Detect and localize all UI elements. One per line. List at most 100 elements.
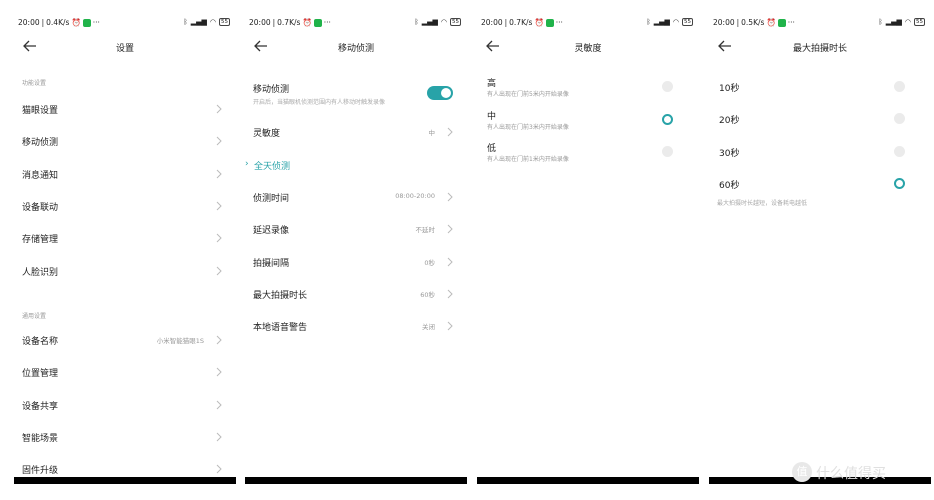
detection-item-row[interactable]: 延迟录像 不延时 — [245, 215, 467, 243]
sensitivity-option-desc: 有人出现在门前1米内开始录像 — [487, 156, 569, 163]
duration-option-label[interactable]: 10秒 — [719, 81, 739, 94]
section-label-general: 通用设置 — [22, 313, 47, 320]
battery-icon: 55 — [219, 18, 230, 26]
row-label: 本地语音警告 — [253, 323, 308, 334]
settings-item-row[interactable]: 消息通知 — [14, 160, 236, 188]
watermark-logo: 值 — [792, 462, 812, 482]
sensitivity-screen: 20:00 | 0.7K/s ⏰ ··· ᛒ ▂▄▆ ◠ 55 灵敏度 高有人出… — [477, 12, 699, 484]
duration-radio[interactable] — [894, 145, 905, 157]
bottom-bar — [245, 477, 467, 484]
status-time: 20:00 — [249, 18, 271, 27]
alarm-icon: ⏰ — [766, 18, 776, 27]
settings-item-row[interactable]: 设备名称 小米智能猫眼1S — [14, 326, 236, 354]
settings-item-row[interactable]: 人脸识别 — [14, 257, 236, 285]
sensitivity-option-desc: 有人出现在门前3米内开始录像 — [487, 123, 569, 131]
detection-item-row[interactable]: 最大拍摄时长 60秒 — [245, 280, 467, 308]
row-label: 侦测时间 — [253, 194, 290, 204]
header: 最大拍摄时长 — [709, 38, 931, 58]
wechat-icon — [82, 18, 91, 27]
settings-item-row[interactable]: 存储管理 — [14, 224, 236, 252]
chevron-right-icon — [216, 266, 222, 275]
wifi-icon: ◠ — [209, 18, 216, 26]
wechat-icon — [313, 18, 322, 27]
status-bar: 20:00 | 0.4K/s ⏰ ··· ᛒ ▂▄▆ ◠ 55 — [18, 18, 230, 27]
row-label: 移动侦测 — [22, 138, 59, 149]
all-day-detection-link[interactable]: › 全天侦测 — [245, 156, 467, 176]
chevron-right-icon — [216, 400, 222, 409]
sensitivity-row[interactable]: 灵敏度 中 — [245, 118, 467, 146]
row-value: 60秒 — [420, 290, 435, 299]
section-label-features: 功能设置 — [22, 80, 47, 87]
row-value: 关闭 — [422, 323, 435, 332]
duration-option-label[interactable]: 30秒 — [719, 146, 739, 159]
duration-radio[interactable] — [894, 113, 905, 125]
status-speed: 0.7K/s — [509, 18, 533, 27]
wechat-icon — [777, 18, 786, 27]
duration-note: 最大拍摄时长越短，设备耗电越低 — [717, 200, 808, 207]
status-more: ··· — [323, 18, 331, 27]
bottom-bar — [14, 477, 236, 484]
sensitivity-radio[interactable] — [662, 146, 673, 157]
status-speed: 0.5K/s — [741, 18, 765, 27]
signal-icon: ▂▄▆ — [653, 18, 670, 26]
status-speed: 0.7K/s — [277, 18, 301, 27]
settings-item-row[interactable]: 位置管理 — [14, 358, 236, 386]
bluetooth-icon: ᛒ — [183, 18, 188, 26]
row-label: 最大拍摄时长 — [253, 290, 308, 301]
duration-option-label[interactable]: 20秒 — [719, 113, 739, 126]
row-value: 不延时 — [415, 226, 436, 235]
page-title: 设置 — [115, 44, 134, 54]
status-time: 20:00 — [18, 18, 40, 27]
status-more: ··· — [555, 18, 563, 27]
duration-option-label[interactable]: 60秒 — [719, 178, 739, 191]
status-bar: 20:00 | 0.5K/s ⏰ ··· ᛒ ▂▄▆ ◠ 55 — [713, 18, 925, 27]
detection-item-row[interactable]: 本地语音警告 关闭 — [245, 312, 467, 340]
page-title: 灵敏度 — [574, 44, 602, 54]
wifi-icon: ◠ — [672, 18, 679, 26]
settings-item-row[interactable]: 设备联动 — [14, 192, 236, 220]
row-label: 设备名称 — [22, 337, 59, 347]
status-time: 20:00 — [481, 18, 503, 27]
row-label: 设备联动 — [22, 202, 59, 213]
row-label: 设备共享 — [22, 401, 59, 412]
bluetooth-icon: ᛒ — [414, 18, 419, 26]
sensitivity-option-label[interactable]: 中 — [487, 109, 496, 122]
signal-icon: ▂▄▆ — [421, 18, 438, 26]
sensitivity-option-desc: 有人出现在门前5米内开始录像 — [487, 91, 569, 98]
duration-radio[interactable] — [894, 81, 905, 92]
detection-item-row[interactable]: 拍摄间隔 0秒 — [245, 248, 467, 276]
sensitivity-radio[interactable] — [662, 113, 673, 125]
settings-screen: 20:00 | 0.4K/s ⏰ ··· ᛒ ▂▄▆ ◠ 55 设置 功能设置 … — [14, 12, 236, 484]
row-label: 位置管理 — [22, 369, 59, 380]
watermark-text: 什么值得买 — [816, 466, 886, 482]
wechat-icon — [545, 18, 554, 27]
header: 移动侦测 — [245, 38, 467, 58]
status-speed: 0.4K/s — [46, 18, 70, 27]
status-bar: 20:00 | 0.7K/s ⏰ ··· ᛒ ▂▄▆ ◠ 55 — [249, 18, 461, 27]
alarm-icon: ⏰ — [71, 18, 81, 27]
battery-icon: 55 — [450, 18, 461, 26]
header: 设置 — [14, 38, 236, 58]
chevron-right-icon — [216, 233, 222, 243]
page-title: 移动侦测 — [337, 44, 374, 54]
duration-radio[interactable] — [894, 177, 905, 189]
alarm-icon: ⏰ — [534, 18, 544, 27]
row-label: 智能场景 — [22, 433, 59, 444]
sensitivity-option-label[interactable]: 低 — [487, 141, 496, 154]
chevron-right-icon — [447, 127, 453, 137]
motion-detection-switch[interactable] — [427, 86, 453, 100]
settings-item-row[interactable]: 猫眼设置 — [14, 95, 236, 123]
row-label: 人脸识别 — [22, 267, 59, 278]
bluetooth-icon: ᛒ — [878, 18, 883, 26]
chevron-right-icon — [447, 257, 453, 266]
sensitivity-option-label[interactable]: 高 — [487, 76, 496, 89]
row-label: 猫眼设置 — [22, 106, 59, 116]
settings-item-row[interactable]: 设备共享 — [14, 391, 236, 419]
settings-item-row[interactable]: 移动侦测 — [14, 127, 236, 155]
sensitivity-radio[interactable] — [662, 81, 673, 92]
alarm-icon: ⏰ — [302, 18, 312, 27]
detection-item-row[interactable]: 侦测时间 08:00-20:00 — [245, 183, 467, 211]
settings-item-row[interactable]: 智能场景 — [14, 423, 236, 451]
chevron-right-icon — [216, 367, 222, 377]
chevron-right-icon — [216, 432, 222, 442]
